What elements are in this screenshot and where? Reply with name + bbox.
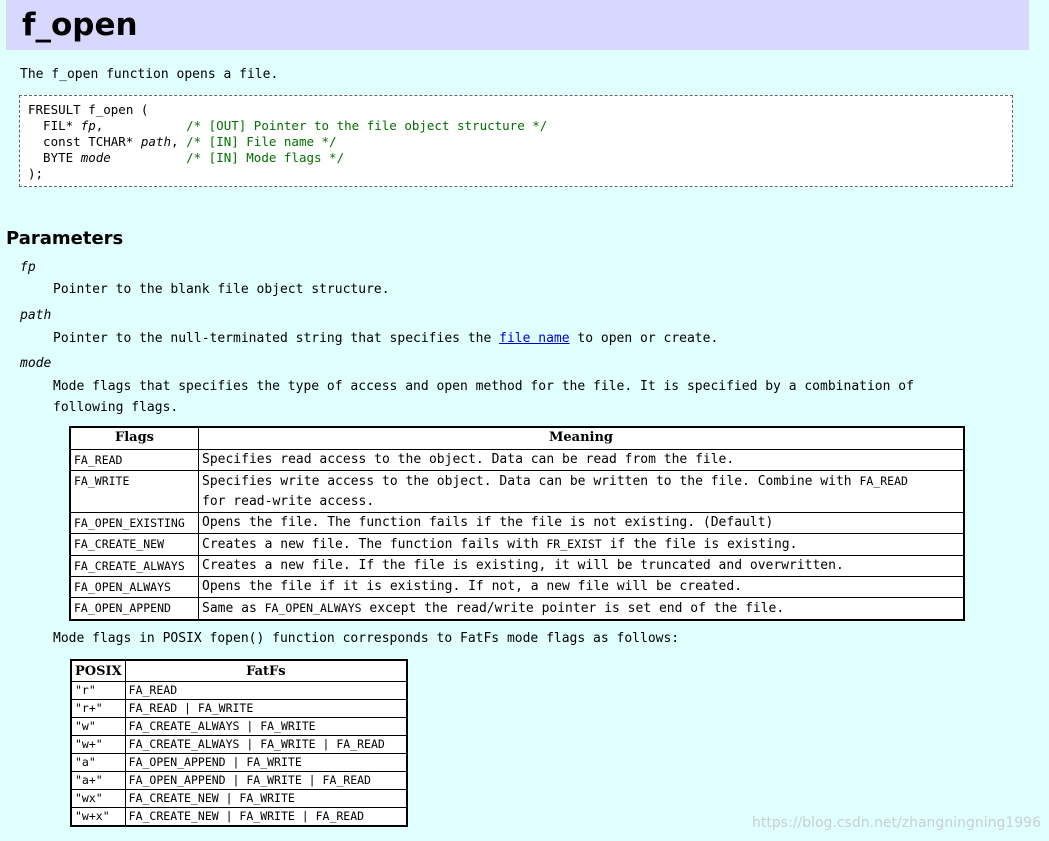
parameters-heading: Parameters [6, 228, 124, 249]
meaning-cell: Opens the file. The function fails if th… [198, 512, 965, 534]
meaning-cell: Opens the file if it is existing. If not… [198, 576, 965, 598]
param-term-fp: fp [20, 260, 36, 275]
flag-cell: FA_OPEN_APPEND [69, 597, 199, 621]
function-prototype: FRESULT f_open ( FIL* fp, /* [OUT] Point… [19, 95, 1013, 187]
table-row: FA_CREATE_ALWAYS Creates a new file. If … [69, 555, 965, 577]
posix-cell: "w+" [70, 735, 126, 754]
posix-cell: "a" [70, 753, 126, 772]
param-term-path: path [20, 308, 52, 323]
watermark: https://blog.csdn.net/zhangningning1996 [752, 815, 1041, 831]
table-row: FA_WRITE Specifies write access to the o… [69, 470, 965, 513]
code-param-path: const TCHAR* path, /* [IN] File name */ [28, 134, 337, 149]
title-bar: f_open [6, 0, 1029, 50]
table-row: FA_READ Specifies read access to the obj… [69, 449, 965, 471]
table-row: FA_OPEN_EXISTING Opens the file. The fun… [69, 512, 965, 534]
posix-mapping-table: POSIX FatFs "r" FA_READ "r+" FA_READ | FA_… [70, 659, 408, 827]
flag-cell: FA_OPEN_EXISTING [69, 512, 199, 534]
table-row: "wx" FA_CREATE_NEW | FA_WRITE [70, 789, 408, 808]
fatfs-cell: FA_READ | FA_WRITE [124, 699, 408, 718]
fatfs-cell: FA_OPEN_APPEND | FA_WRITE | FA_READ [124, 771, 408, 790]
posix-intro-text: Mode flags in POSIX fopen() function cor… [53, 631, 680, 646]
fatfs-cell: FA_READ [124, 681, 408, 700]
table-row: "r" FA_READ [70, 681, 408, 700]
meaning-cell: Specifies read access to the object. Dat… [198, 449, 965, 471]
intro-text: The f_open function opens a file. [20, 67, 279, 82]
posix-header: POSIX [70, 659, 126, 682]
code-line-1: FRESULT f_open ( [28, 102, 149, 117]
code-close: ); [28, 166, 44, 181]
flags-header: Flags [69, 426, 199, 450]
param-desc-path: Pointer to the null-terminated string th… [53, 331, 719, 346]
flag-cell: FA_CREATE_ALWAYS [69, 555, 199, 577]
flag-cell: FA_OPEN_ALWAYS [69, 576, 199, 598]
table-row: "w" FA_CREATE_ALWAYS | FA_WRITE [70, 717, 408, 736]
posix-cell: "wx" [70, 789, 126, 808]
mode-flags-table: Flags Meaning FA_READ Specifies read acc… [69, 426, 965, 621]
meaning-header: Meaning [198, 426, 965, 450]
table-header-row: POSIX FatFs [70, 659, 408, 682]
fatfs-cell: FA_CREATE_ALWAYS | FA_WRITE | FA_READ [124, 735, 408, 754]
table-row: "a+" FA_OPEN_APPEND | FA_WRITE | FA_READ [70, 771, 408, 790]
file-name-link[interactable]: file name [499, 331, 569, 346]
table-header-row: Flags Meaning [69, 426, 965, 450]
code-param-fp: FIL* fp, /* [OUT] Pointer to the file ob… [28, 118, 548, 133]
flag-cell: FA_WRITE [69, 470, 199, 513]
table-row: "w+x" FA_CREATE_NEW | FA_WRITE | FA_READ [70, 807, 408, 827]
meaning-cell: Specifies write access to the object. Da… [198, 470, 965, 513]
param-desc-mode: Mode flags that specifies the type of ac… [53, 379, 914, 415]
table-row: "a" FA_OPEN_APPEND | FA_WRITE [70, 753, 408, 772]
meaning-cell: Same as FA_OPEN_ALWAYS except the read/w… [198, 597, 965, 621]
table-row: "r+" FA_READ | FA_WRITE [70, 699, 408, 718]
posix-cell: "w+x" [70, 807, 126, 827]
fatfs-cell: FA_OPEN_APPEND | FA_WRITE [124, 753, 408, 772]
fatfs-header: FatFs [124, 659, 408, 682]
table-row: FA_OPEN_ALWAYS Opens the file if it is e… [69, 576, 965, 598]
fatfs-cell: FA_CREATE_NEW | FA_WRITE | FA_READ [124, 807, 408, 827]
posix-cell: "r" [70, 681, 126, 700]
table-row: "w+" FA_CREATE_ALWAYS | FA_WRITE | FA_REA… [70, 735, 408, 754]
meaning-cell: Creates a new file. The function fails w… [198, 533, 965, 556]
code-param-mode: BYTE mode /* [IN] Mode flags */ [28, 150, 345, 165]
param-term-mode: mode [20, 356, 52, 371]
page-title: f_open [22, 7, 138, 43]
fatfs-cell: FA_CREATE_ALWAYS | FA_WRITE [124, 717, 408, 736]
posix-cell: "a+" [70, 771, 126, 790]
table-row: FA_OPEN_APPEND Same as FA_OPEN_ALWAYS ex… [69, 597, 965, 621]
posix-cell: "w" [70, 717, 126, 736]
fatfs-cell: FA_CREATE_NEW | FA_WRITE [124, 789, 408, 808]
flag-cell: FA_CREATE_NEW [69, 533, 199, 556]
meaning-cell: Creates a new file. If the file is exist… [198, 555, 965, 577]
table-row: FA_CREATE_NEW Creates a new file. The fu… [69, 533, 965, 556]
param-desc-fp: Pointer to the blank file object structu… [53, 282, 390, 297]
posix-cell: "r+" [70, 699, 126, 718]
flag-cell: FA_READ [69, 449, 199, 471]
